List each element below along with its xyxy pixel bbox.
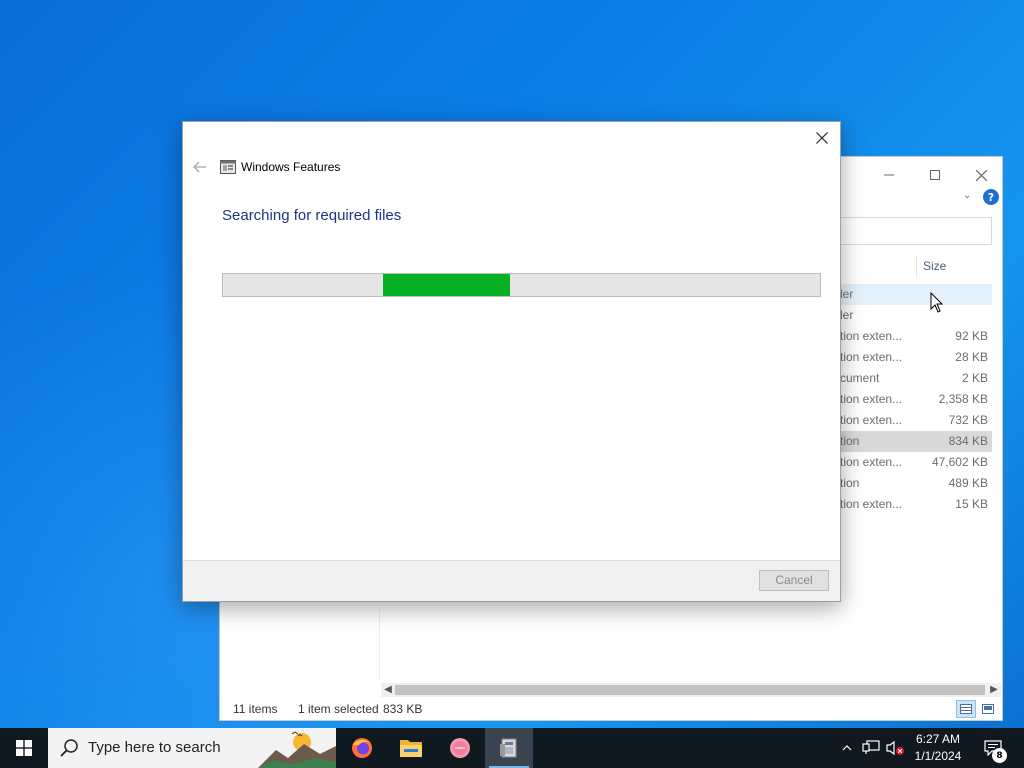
ribbon-expand-chevron-icon[interactable]: ⌄ bbox=[963, 190, 971, 201]
file-type: tion bbox=[840, 434, 860, 448]
app-icon bbox=[450, 738, 470, 758]
file-type: tion bbox=[840, 476, 860, 490]
cancel-button[interactable]: Cancel bbox=[759, 570, 829, 591]
file-size: 2,358 KB bbox=[938, 392, 988, 406]
taskbar-file-explorer[interactable] bbox=[387, 728, 435, 768]
file-size: 15 KB bbox=[955, 497, 988, 511]
file-size: 28 KB bbox=[955, 350, 988, 364]
mouse-cursor-icon bbox=[930, 292, 944, 313]
taskbar-search-box[interactable]: Type here to search bbox=[48, 728, 336, 768]
file-type: ler bbox=[840, 308, 854, 322]
details-view-button[interactable] bbox=[956, 700, 976, 718]
file-row[interactable]: tion exten... 92 KB bbox=[834, 326, 992, 347]
scrollbar-thumb[interactable] bbox=[395, 685, 985, 695]
file-type: tion exten... bbox=[840, 329, 903, 343]
network-icon bbox=[862, 740, 880, 754]
file-explorer-icon bbox=[400, 740, 422, 757]
file-type: tion exten... bbox=[840, 350, 903, 364]
progress-marquee-chunk bbox=[383, 274, 510, 296]
maximize-icon bbox=[930, 170, 940, 180]
file-row[interactable]: cument 2 KB bbox=[834, 368, 992, 389]
dialog-title: Windows Features bbox=[241, 160, 341, 174]
dialog-close-button[interactable] bbox=[812, 128, 832, 148]
details-view-icon bbox=[960, 704, 972, 714]
show-hidden-icons-button[interactable] bbox=[838, 728, 856, 768]
clock-time: 6:27 AM bbox=[915, 732, 961, 746]
system-clock[interactable]: 6:27 AM 1/1/2024 bbox=[906, 731, 970, 765]
dialog-footer: Cancel bbox=[183, 560, 840, 601]
horizontal-scrollbar[interactable]: ◀ ▶ bbox=[381, 683, 1001, 697]
file-size: 732 KB bbox=[948, 413, 988, 427]
progress-bar bbox=[222, 273, 821, 297]
large-icons-view-button[interactable] bbox=[978, 700, 998, 718]
taskbar-app[interactable] bbox=[436, 728, 484, 768]
explorer-close-button[interactable] bbox=[958, 161, 1004, 189]
volume-muted-icon bbox=[886, 740, 904, 756]
windows-features-icon bbox=[220, 160, 236, 174]
notification-count-badge: 8 bbox=[992, 748, 1007, 763]
taskbar-firefox[interactable] bbox=[338, 728, 386, 768]
firefox-icon bbox=[352, 738, 372, 758]
navigation-pane-divider[interactable] bbox=[379, 609, 380, 679]
search-highlight-illustration-icon bbox=[258, 728, 336, 768]
file-size: 2 KB bbox=[961, 371, 988, 385]
windows-features-dialog[interactable]: Windows Features Searching for required … bbox=[182, 121, 841, 602]
action-center-button[interactable] bbox=[978, 728, 1008, 768]
status-bar: 11 items 1 item selected 833 KB bbox=[220, 698, 1002, 720]
file-type: ler bbox=[840, 287, 854, 301]
windows-logo-icon bbox=[16, 740, 32, 756]
file-row[interactable]: tion exten... 732 KB bbox=[834, 410, 992, 431]
taskbar: Type here to search 6:27 AM 1/1/2024 8 bbox=[0, 728, 1024, 768]
item-count: 11 items bbox=[233, 702, 278, 716]
file-row[interactable]: ler bbox=[834, 305, 992, 326]
dialog-heading: Searching for required files bbox=[222, 207, 402, 224]
maximize-button[interactable] bbox=[912, 161, 958, 189]
file-size: 47,602 KB bbox=[931, 455, 988, 469]
volume-button[interactable] bbox=[884, 728, 906, 768]
search-placeholder: Type here to search bbox=[88, 739, 221, 756]
file-row[interactable]: tion exten... 2,358 KB bbox=[834, 389, 992, 410]
desktop: ⌄ ? Size ler ler tion exten... 92 KB tio… bbox=[0, 0, 1024, 728]
scroll-right-icon[interactable]: ▶ bbox=[987, 683, 1001, 697]
file-size: 489 KB bbox=[948, 476, 988, 490]
back-button[interactable] bbox=[191, 158, 209, 176]
close-icon bbox=[975, 169, 987, 181]
file-row[interactable]: tion exten... 15 KB bbox=[834, 494, 992, 515]
file-type: cument bbox=[840, 371, 880, 385]
windows-features-icon bbox=[500, 738, 517, 758]
file-type: tion exten... bbox=[840, 455, 903, 469]
column-header-size[interactable]: Size bbox=[916, 255, 992, 277]
taskbar-windows-features[interactable] bbox=[485, 728, 533, 768]
minimize-icon bbox=[884, 174, 894, 176]
scroll-left-icon[interactable]: ◀ bbox=[381, 683, 395, 697]
selection-size: 833 KB bbox=[383, 702, 423, 716]
file-size: 834 KB bbox=[948, 434, 988, 448]
file-type: tion exten... bbox=[840, 497, 903, 511]
file-size: 92 KB bbox=[955, 329, 988, 343]
chevron-up-icon bbox=[842, 745, 852, 751]
clock-date: 1/1/2024 bbox=[914, 749, 962, 763]
file-row[interactable]: tion 489 KB bbox=[834, 473, 992, 494]
close-icon bbox=[816, 132, 828, 144]
file-type: tion exten... bbox=[840, 392, 903, 406]
minimize-button[interactable] bbox=[866, 161, 912, 189]
back-arrow-icon bbox=[193, 161, 206, 173]
large-icons-view-icon bbox=[982, 704, 994, 714]
file-row[interactable]: tion exten... 28 KB bbox=[834, 347, 992, 368]
selection-status: 1 item selected bbox=[298, 702, 379, 716]
file-type: tion exten... bbox=[840, 413, 903, 427]
network-status-button[interactable] bbox=[860, 728, 882, 768]
search-icon bbox=[60, 739, 78, 757]
file-row-selected[interactable]: tion 834 KB bbox=[834, 431, 992, 452]
start-button[interactable] bbox=[0, 728, 48, 768]
file-row[interactable]: ler bbox=[834, 284, 992, 305]
file-row[interactable]: tion exten... 47,602 KB bbox=[834, 452, 992, 473]
help-icon[interactable]: ? bbox=[983, 189, 999, 205]
